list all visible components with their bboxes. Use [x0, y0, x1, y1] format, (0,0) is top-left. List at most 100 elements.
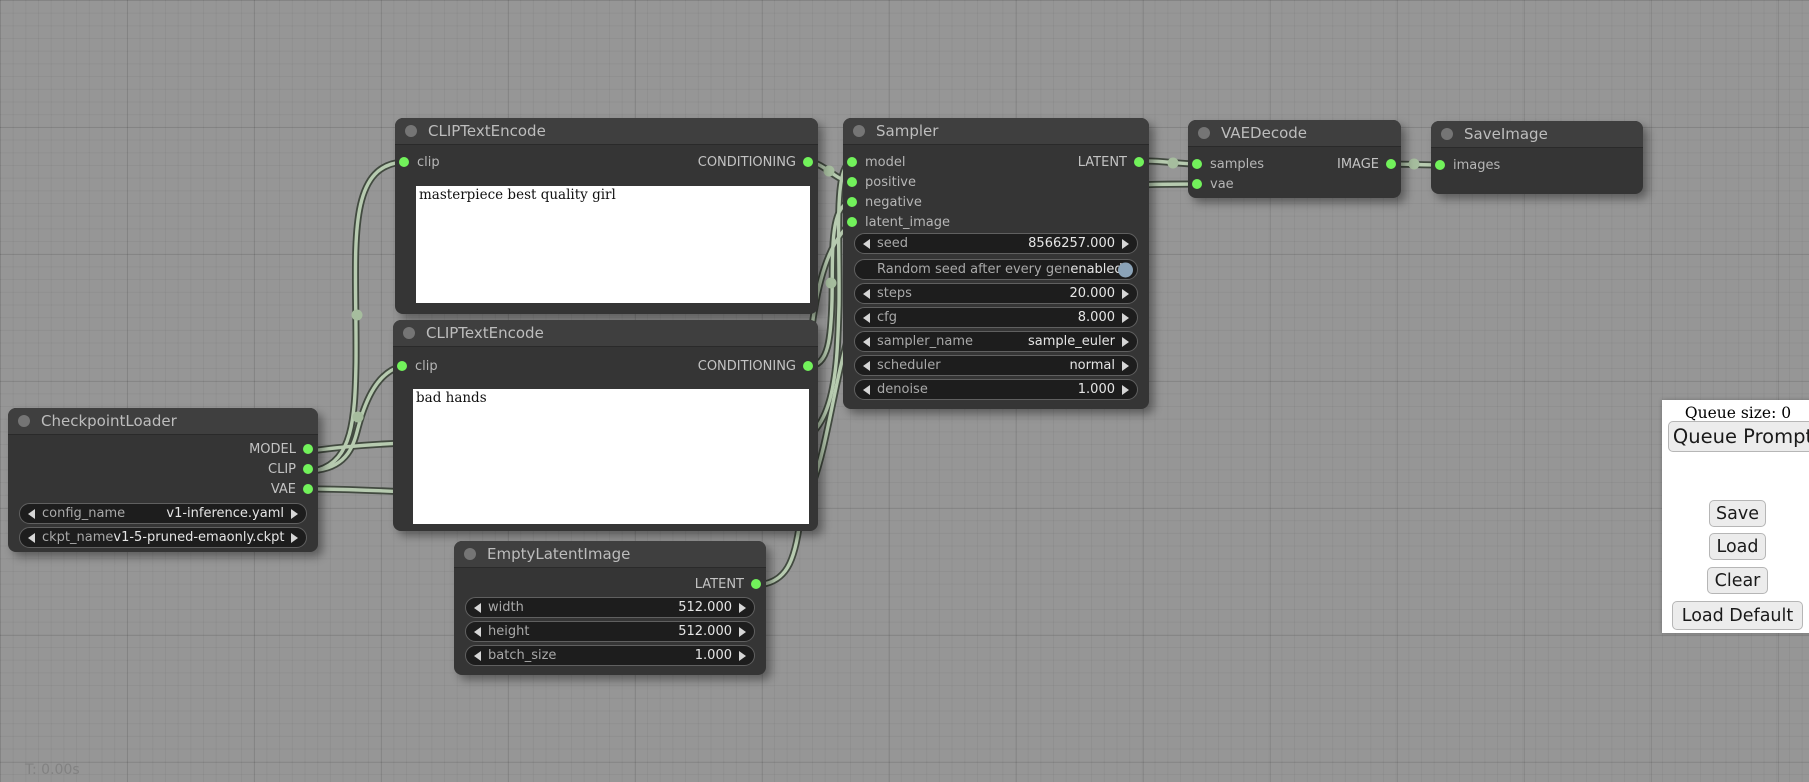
increment-arrow-icon[interactable]: [1122, 313, 1129, 323]
widget-seed[interactable]: seed 8566257.000: [854, 233, 1138, 254]
collapse-dot-icon[interactable]: [18, 415, 30, 427]
node-sampler[interactable]: Sampler model LATENT positive negative l…: [843, 118, 1149, 409]
output-label: CLIP: [268, 462, 296, 477]
increment-arrow-icon[interactable]: [1122, 337, 1129, 347]
input-port-negative[interactable]: [847, 197, 857, 207]
prompt-textarea[interactable]: masterpiece best quality girl: [416, 186, 810, 303]
node-titlebar[interactable]: CLIPTextEncode: [395, 118, 818, 145]
widget-value: 1.000: [695, 648, 732, 663]
node-titlebar[interactable]: CLIPTextEncode: [393, 320, 818, 347]
decrement-arrow-icon[interactable]: [863, 361, 870, 371]
increment-arrow-icon[interactable]: [739, 627, 746, 637]
wire-midpoint-dot[interactable]: [826, 278, 837, 289]
load-button[interactable]: Load: [1709, 533, 1766, 560]
collapse-dot-icon[interactable]: [403, 327, 415, 339]
widget-value: v1-inference.yaml: [166, 506, 284, 521]
widget-random-seed-toggle[interactable]: Random seed after every gen enabled: [854, 259, 1138, 280]
input-port-clip[interactable]: [397, 361, 407, 371]
node-titlebar[interactable]: VAEDecode: [1188, 120, 1401, 147]
collapse-dot-icon[interactable]: [1198, 127, 1210, 139]
output-port-latent[interactable]: [1134, 157, 1144, 167]
widget-width[interactable]: width 512.000: [465, 597, 755, 618]
increment-arrow-icon[interactable]: [1122, 361, 1129, 371]
input-port-samples[interactable]: [1192, 159, 1202, 169]
collapse-dot-icon[interactable]: [853, 125, 865, 137]
decrement-arrow-icon[interactable]: [474, 603, 481, 613]
input-port-model[interactable]: [847, 157, 857, 167]
widget-value: 20.000: [1070, 286, 1116, 301]
output-port-conditioning[interactable]: [803, 157, 813, 167]
input-port-positive[interactable]: [847, 177, 857, 187]
increment-arrow-icon[interactable]: [291, 509, 298, 519]
decrement-arrow-icon[interactable]: [863, 385, 870, 395]
widget-batch-size[interactable]: batch_size 1.000: [465, 645, 755, 666]
widget-value: 512.000: [678, 600, 732, 615]
widget-label: batch_size: [488, 648, 556, 663]
load-default-button[interactable]: Load Default: [1672, 601, 1803, 630]
decrement-arrow-icon[interactable]: [863, 337, 870, 347]
collapse-dot-icon[interactable]: [1441, 128, 1453, 140]
output-port-image[interactable]: [1386, 159, 1396, 169]
widget-scheduler[interactable]: scheduler normal: [854, 355, 1138, 376]
decrement-arrow-icon[interactable]: [28, 509, 35, 519]
node-checkpoint-loader[interactable]: CheckpointLoader MODEL CLIP VAE config_n…: [8, 408, 318, 552]
node-titlebar[interactable]: CheckpointLoader: [8, 408, 318, 435]
increment-arrow-icon[interactable]: [739, 651, 746, 661]
widget-value: 1.000: [1078, 382, 1115, 397]
output-port-vae[interactable]: [303, 484, 313, 494]
input-label: clip: [417, 155, 440, 170]
node-save-image[interactable]: SaveImage images: [1431, 121, 1643, 194]
increment-arrow-icon[interactable]: [1122, 385, 1129, 395]
input-port-clip[interactable]: [399, 157, 409, 167]
decrement-arrow-icon[interactable]: [474, 627, 481, 637]
increment-arrow-icon[interactable]: [1122, 239, 1129, 249]
output-port-latent[interactable]: [751, 579, 761, 589]
wire-midpoint-dot[interactable]: [353, 412, 364, 423]
increment-arrow-icon[interactable]: [291, 533, 298, 543]
output-port-clip[interactable]: [303, 464, 313, 474]
collapse-dot-icon[interactable]: [464, 548, 476, 560]
save-button[interactable]: Save: [1709, 500, 1766, 527]
widget-ckpt-name[interactable]: ckpt_name v1-5-pruned-emaonly.ckpt: [19, 527, 307, 548]
collapse-dot-icon[interactable]: [405, 125, 417, 137]
decrement-arrow-icon[interactable]: [863, 313, 870, 323]
node-vae-decode[interactable]: VAEDecode samples IMAGE vae: [1188, 120, 1401, 198]
widget-cfg[interactable]: cfg 8.000: [854, 307, 1138, 328]
decrement-arrow-icon[interactable]: [863, 239, 870, 249]
widget-steps[interactable]: steps 20.000: [854, 283, 1138, 304]
clear-button[interactable]: Clear: [1707, 567, 1768, 594]
decrement-arrow-icon[interactable]: [863, 289, 870, 299]
node-clip-text-encode-positive[interactable]: CLIPTextEncode clip CONDITIONING masterp…: [395, 118, 818, 314]
wire-midpoint-dot[interactable]: [352, 310, 363, 321]
increment-arrow-icon[interactable]: [1122, 289, 1129, 299]
input-port-latent-image[interactable]: [847, 217, 857, 227]
node-title: EmptyLatentImage: [487, 545, 630, 563]
decrement-arrow-icon[interactable]: [474, 651, 481, 661]
widget-sampler-name[interactable]: sampler_name sample_euler: [854, 331, 1138, 352]
slot-row: clip CONDITIONING: [393, 356, 818, 376]
wire-midpoint-dot[interactable]: [1409, 159, 1420, 170]
toggle-enabled-icon[interactable]: [1118, 262, 1133, 277]
widget-denoise[interactable]: denoise 1.000: [854, 379, 1138, 400]
node-empty-latent-image[interactable]: EmptyLatentImage LATENT width 512.000 he…: [454, 541, 766, 675]
output-slot-latent: LATENT: [454, 574, 766, 594]
input-port-images[interactable]: [1435, 160, 1445, 170]
widget-config-name[interactable]: config_name v1-inference.yaml: [19, 503, 307, 524]
wire-midpoint-dot[interactable]: [824, 166, 835, 177]
decrement-arrow-icon[interactable]: [28, 533, 35, 543]
slot-row: negative: [843, 192, 1149, 212]
node-clip-text-encode-negative[interactable]: CLIPTextEncode clip CONDITIONING bad han…: [393, 320, 818, 531]
input-port-vae[interactable]: [1192, 179, 1202, 189]
increment-arrow-icon[interactable]: [739, 603, 746, 613]
node-titlebar[interactable]: EmptyLatentImage: [454, 541, 766, 568]
widget-label: ckpt_name: [42, 530, 113, 545]
prompt-textarea[interactable]: bad hands: [413, 389, 809, 524]
wire-midpoint-dot[interactable]: [1168, 158, 1179, 169]
output-port-model[interactable]: [303, 444, 313, 454]
node-titlebar[interactable]: Sampler: [843, 118, 1149, 145]
output-port-conditioning[interactable]: [803, 361, 813, 371]
node-titlebar[interactable]: SaveImage: [1431, 121, 1643, 148]
queue-prompt-button[interactable]: Queue Prompt: [1668, 421, 1809, 452]
widget-value: v1-5-pruned-emaonly.ckpt: [113, 530, 284, 545]
widget-height[interactable]: height 512.000: [465, 621, 755, 642]
